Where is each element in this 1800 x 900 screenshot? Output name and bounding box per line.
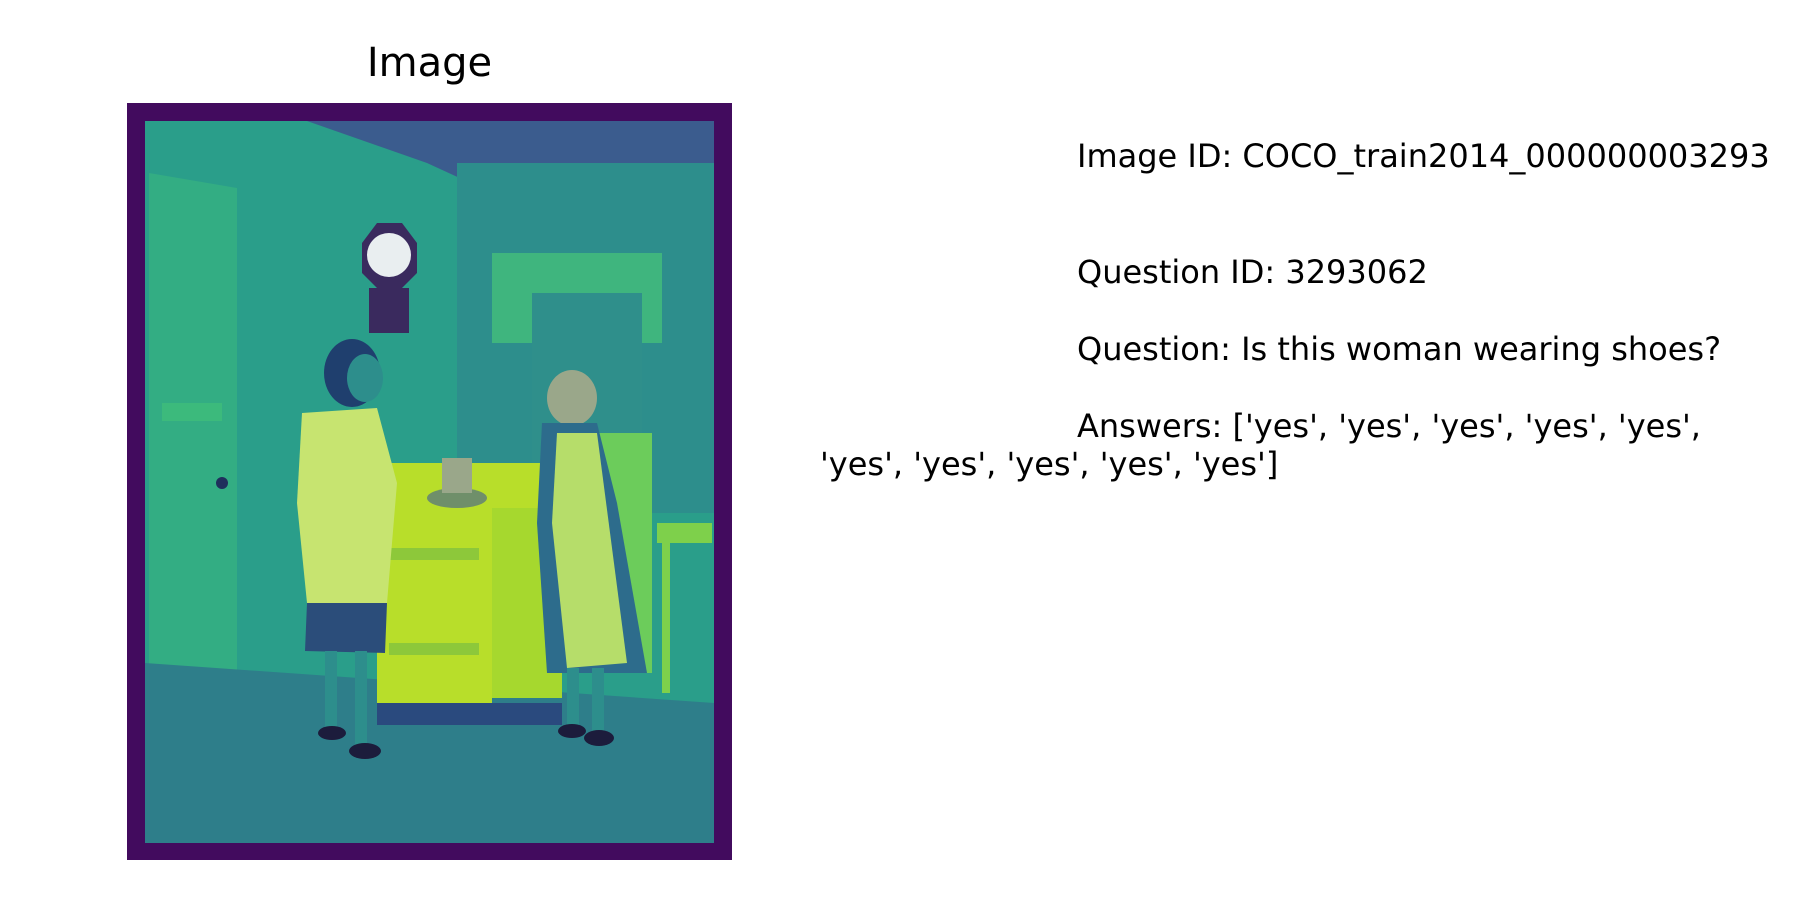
answers-text-line-2: 'yes', 'yes', 'yes', 'yes', 'yes']: [820, 445, 1279, 483]
woman-left-shoe2: [349, 743, 381, 759]
woman-left-leg: [325, 651, 337, 731]
woman-left-face: [347, 354, 383, 402]
image-id-text: Image ID: COCO_train2014_000000003293: [1077, 137, 1770, 175]
side-table: [657, 523, 712, 543]
stove-base: [377, 703, 562, 725]
woman-left-leg2: [355, 651, 367, 746]
woman-right-leg: [567, 668, 579, 728]
clock-pendulum-case: [369, 288, 409, 333]
door: [149, 173, 237, 723]
woman-right-leg2: [592, 668, 604, 733]
drawer-handle: [389, 643, 479, 655]
question-id-text: Question ID: 3293062: [1077, 253, 1428, 291]
door-knob: [216, 477, 228, 489]
woman-right-shoe: [558, 724, 586, 738]
kitchen-photo: [127, 103, 732, 860]
photo-icon: [127, 103, 732, 860]
woman-left-shoe: [318, 726, 346, 740]
image-panel-title: Image: [366, 40, 493, 86]
answers-text-line-1: Answers: ['yes', 'yes', 'yes', 'yes', 'y…: [1077, 407, 1701, 445]
woman-right-shoe2: [584, 730, 614, 746]
clock-face: [367, 233, 411, 277]
woman-right-hair: [547, 370, 597, 426]
oven-handle: [389, 548, 479, 560]
stove-front: [377, 508, 492, 708]
woman-left-apron: [297, 408, 397, 603]
table-leg: [662, 543, 670, 693]
woman-left-skirt: [305, 603, 387, 653]
question-text: Question: Is this woman wearing shoes?: [1077, 330, 1722, 368]
kettle: [442, 458, 472, 493]
door-panel: [162, 403, 222, 421]
